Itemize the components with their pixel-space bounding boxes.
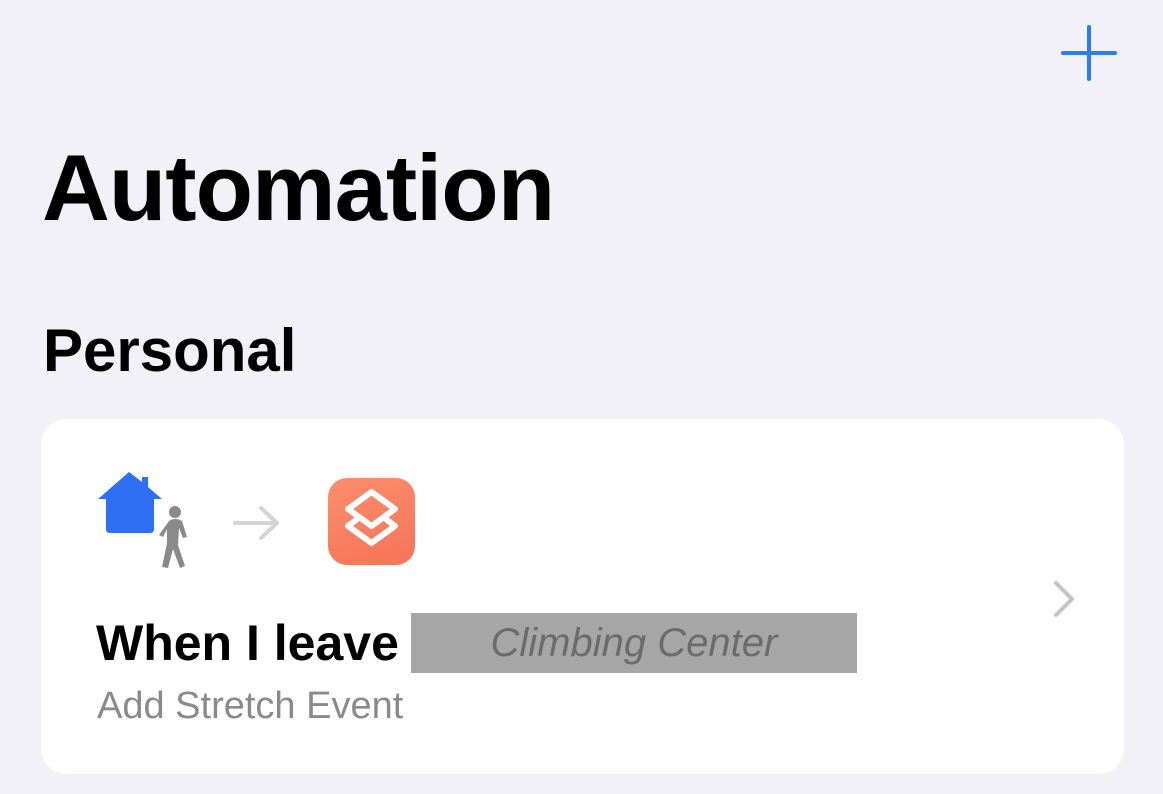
page-title: Automation — [42, 135, 555, 240]
automation-card[interactable]: When I leave Climbing Center Add Stretch… — [41, 419, 1124, 774]
shortcuts-app-icon — [328, 478, 415, 565]
add-automation-button[interactable] — [1058, 22, 1120, 84]
automation-trigger: When I leave Climbing Center — [96, 612, 857, 674]
home-leave-icon — [98, 472, 187, 568]
action-subtitle: Add Stretch Event — [97, 685, 404, 727]
plus-icon — [1061, 25, 1117, 81]
section-title-personal: Personal — [43, 317, 297, 384]
trigger-label: When I leave — [96, 615, 399, 671]
chevron-right-icon — [1054, 581, 1074, 617]
location-chip: Climbing Center — [410, 613, 857, 673]
arrow-right-icon — [233, 506, 279, 540]
